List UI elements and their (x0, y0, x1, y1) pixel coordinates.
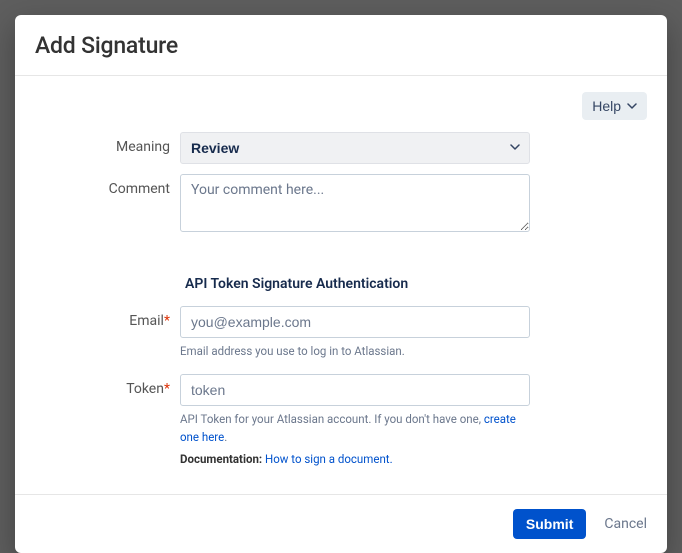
email-label-text: Email (129, 313, 164, 329)
modal-overlay: Add Signature Help Meaning Review (0, 0, 682, 543)
modal-body: Help Meaning Review (15, 76, 667, 494)
auth-section-heading: API Token Signature Authentication (185, 276, 647, 292)
meaning-row: Meaning Review (35, 132, 647, 164)
meaning-field-col: Review (180, 132, 530, 164)
meaning-select[interactable]: Review (180, 132, 530, 164)
required-asterisk: * (164, 381, 170, 397)
token-field-col: API Token for your Atlassian account. If… (180, 374, 530, 468)
token-input[interactable] (180, 374, 530, 406)
add-signature-modal: Add Signature Help Meaning Review (15, 15, 667, 553)
email-field-col: Email address you use to log in to Atlas… (180, 306, 530, 360)
comment-label: Comment (35, 174, 180, 197)
comment-row: Comment (35, 174, 647, 236)
meaning-label: Meaning (35, 132, 180, 155)
modal-footer: Submit Cancel (15, 494, 667, 553)
token-row: Token* API Token for your Atlassian acco… (35, 374, 647, 468)
meaning-select-wrap: Review (180, 132, 530, 164)
token-label-text: Token (126, 381, 164, 397)
doc-label: Documentation: (180, 452, 262, 466)
submit-button[interactable]: Submit (513, 509, 586, 539)
help-row: Help (35, 92, 647, 120)
modal-title: Add Signature (35, 32, 647, 59)
token-hint: API Token for your Atlassian account. If… (180, 411, 530, 446)
cancel-link[interactable]: Cancel (604, 516, 647, 532)
email-label: Email* (35, 306, 180, 329)
help-dropdown-button[interactable]: Help (582, 92, 647, 120)
modal-header: Add Signature (15, 15, 667, 76)
chevron-down-icon (627, 101, 637, 111)
required-asterisk: * (164, 313, 170, 329)
help-label: Help (592, 98, 621, 114)
email-input[interactable] (180, 306, 530, 338)
doc-line: Documentation: How to sign a document. (180, 451, 530, 468)
token-label: Token* (35, 374, 180, 397)
token-hint-period: . (224, 430, 227, 444)
comment-field-col (180, 174, 530, 236)
token-hint-prefix: API Token for your Atlassian account. If… (180, 412, 484, 426)
comment-textarea[interactable] (180, 174, 530, 232)
email-hint: Email address you use to log in to Atlas… (180, 343, 530, 360)
email-row: Email* Email address you use to log in t… (35, 306, 647, 360)
doc-link[interactable]: How to sign a document. (265, 452, 393, 466)
